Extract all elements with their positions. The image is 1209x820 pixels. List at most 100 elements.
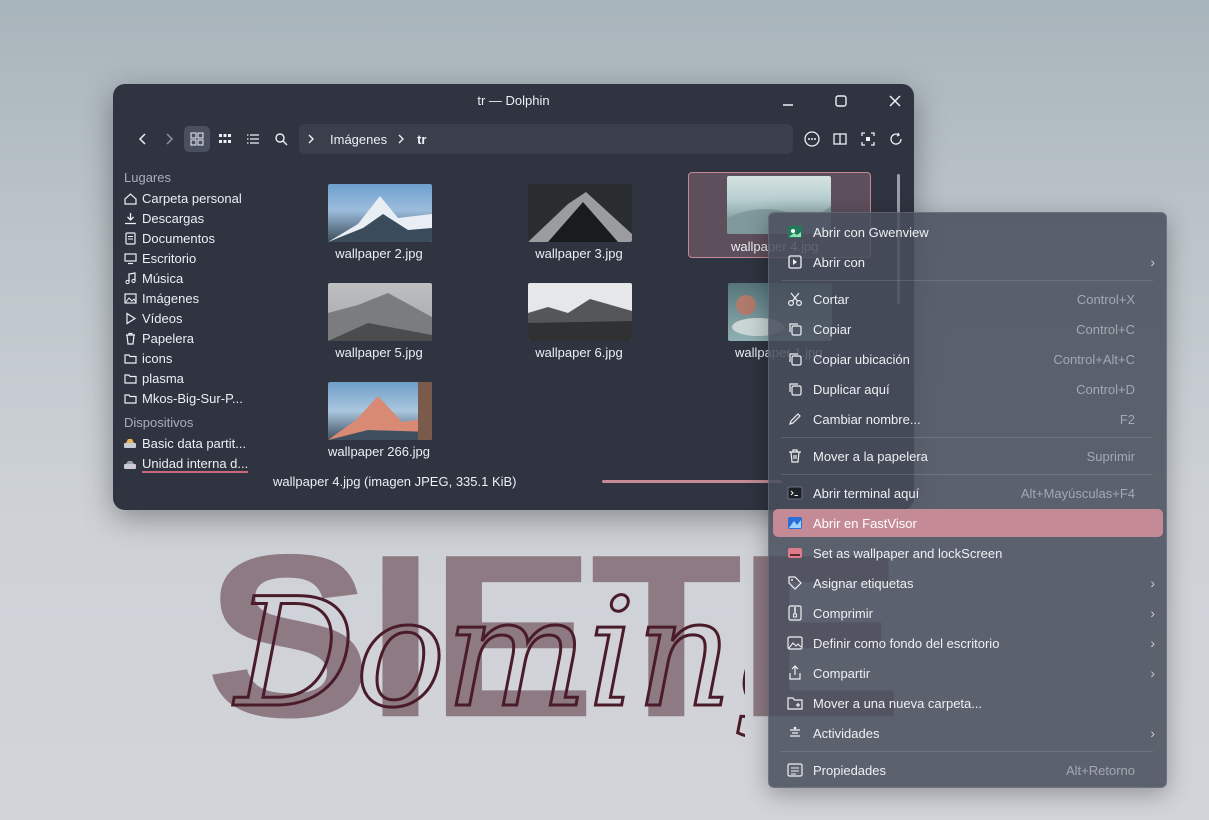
menu-item-abrir-terminal[interactable]: Abrir terminal aquí Alt+Mayúsculas+F4 — [773, 479, 1163, 507]
menu-item-copiar[interactable]: Copiar Control+C — [773, 315, 1163, 343]
menu-item-duplicar-aqui[interactable]: Duplicar aquí Control+D — [773, 375, 1163, 403]
menu-item-abrir-con[interactable]: Abrir con › — [773, 248, 1163, 276]
wallpaper-script-text: Domingo — [231, 566, 746, 743]
music-icon — [123, 271, 137, 285]
close-button[interactable] — [884, 90, 906, 112]
menu-item-set-wallpaper-lockscreen[interactable]: Set as wallpaper and lockScreen — [773, 539, 1163, 567]
file-item[interactable]: wallpaper 5.jpg — [293, 275, 465, 365]
fastvisor-icon — [786, 514, 804, 532]
image-icon — [123, 291, 137, 305]
sidebar-item-videos[interactable]: Vídeos — [113, 308, 273, 328]
chevron-right-icon — [308, 134, 314, 144]
document-icon — [123, 231, 137, 245]
reload-button[interactable] — [883, 126, 909, 152]
back-button[interactable] — [130, 126, 156, 152]
menu-item-mover-nueva-carpeta[interactable]: Mover a una nueva carpeta... — [773, 689, 1163, 717]
menu-item-asignar-etiquetas[interactable]: Asignar etiquetas › — [773, 569, 1163, 597]
chevron-right-icon: › — [1150, 254, 1155, 270]
wallpaper-script: Domingo — [232, 567, 745, 741]
file-item[interactable]: wallpaper 6.jpg — [493, 275, 665, 365]
split-view-button[interactable] — [827, 126, 853, 152]
menu-item-mover-papelera[interactable]: Mover a la papelera Suprimir — [773, 442, 1163, 470]
file-item[interactable]: wallpaper 2.jpg — [293, 176, 465, 266]
menu-item-abrir-con-gwenview[interactable]: Abrir con Gwenview — [773, 218, 1163, 246]
file-item[interactable]: wallpaper 3.jpg — [493, 176, 665, 266]
file-name: wallpaper 5.jpg — [335, 345, 423, 360]
devices-section-title: Dispositivos — [124, 415, 194, 430]
icons-view-button[interactable] — [184, 126, 210, 152]
sidebar-item-mkos[interactable]: Mkos-Big-Sur-P... — [113, 388, 273, 408]
file-item[interactable]: wallpaper 266.jpg — [293, 374, 465, 464]
close-icon — [889, 95, 901, 107]
more-options-button[interactable] — [799, 126, 825, 152]
split-icon — [833, 133, 847, 145]
status-text: wallpaper 4.jpg (imagen JPEG, 335.1 KiB) — [273, 474, 517, 489]
new-folder-icon — [786, 694, 804, 712]
menu-item-actividades[interactable]: Actividades › — [773, 719, 1163, 747]
maximize-icon — [835, 95, 847, 107]
menu-item-cambiar-nombre[interactable]: Cambiar nombre... F2 — [773, 405, 1163, 433]
breadcrumb-segment-tr[interactable]: tr — [417, 132, 426, 147]
compact-view-button[interactable] — [212, 126, 238, 152]
desktop-icon — [123, 251, 137, 265]
grid-icon — [190, 132, 204, 146]
chevron-right-icon: › — [1150, 575, 1155, 591]
select-button[interactable] — [855, 126, 881, 152]
sidebar-item-descargas[interactable]: Descargas — [113, 208, 273, 228]
back-icon — [138, 133, 146, 145]
search-button[interactable] — [268, 126, 294, 152]
menu-item-propiedades[interactable]: Propiedades Alt+Retorno — [773, 756, 1163, 784]
menu-item-definir-fondo[interactable]: Definir como fondo del escritorio › — [773, 629, 1163, 657]
menu-item-cortar[interactable]: Cortar Control+X — [773, 285, 1163, 313]
copy-location-icon — [786, 350, 804, 368]
sidebar-item-plasma[interactable]: plasma — [113, 368, 273, 388]
chevron-right-icon: › — [1150, 665, 1155, 681]
thumbnail — [528, 283, 632, 341]
activities-icon — [786, 724, 804, 742]
separator — [781, 751, 1153, 752]
menu-item-compartir[interactable]: Compartir › — [773, 659, 1163, 687]
sidebar-item-papelera[interactable]: Papelera — [113, 328, 273, 348]
menu-item-comprimir[interactable]: Comprimir › — [773, 599, 1163, 627]
gwenview-icon — [786, 223, 804, 241]
sidebar-item-documentos[interactable]: Documentos — [113, 228, 273, 248]
file-name: wallpaper 6.jpg — [535, 345, 623, 360]
refresh-icon — [890, 132, 902, 145]
separator — [781, 437, 1153, 438]
download-icon — [123, 211, 137, 225]
details-view-button[interactable] — [240, 126, 266, 152]
zoom-slider[interactable] — [602, 480, 782, 483]
minimize-button[interactable] — [777, 90, 799, 112]
chevron-right-icon — [398, 134, 405, 144]
file-name: wallpaper 3.jpg — [535, 246, 623, 261]
sidebar-item-musica[interactable]: Música — [113, 268, 273, 288]
drive-icon — [123, 437, 137, 451]
duplicate-icon — [786, 380, 804, 398]
forward-button[interactable] — [156, 126, 182, 152]
trash-icon — [786, 447, 804, 465]
properties-icon — [786, 761, 804, 779]
tag-icon — [786, 574, 804, 592]
separator — [781, 474, 1153, 475]
sidebar-item-imagenes[interactable]: Imágenes — [113, 288, 273, 308]
breadcrumb[interactable]: Imágenes tr — [299, 124, 793, 154]
folder-icon — [123, 351, 137, 365]
places-panel: Lugares Carpeta personal Descargas Docum… — [113, 168, 273, 475]
breadcrumb-segment-imagenes[interactable]: Imágenes — [330, 132, 387, 147]
sidebar-item-unidad-interna[interactable]: Unidad interna d... — [113, 454, 273, 475]
minimize-icon — [783, 104, 793, 106]
sidebar-item-escritorio[interactable]: Escritorio — [113, 248, 273, 268]
sidebar-item-carpeta-personal[interactable]: Carpeta personal — [113, 188, 273, 208]
list-icon — [247, 134, 259, 144]
folder-icon — [123, 391, 137, 405]
sidebar-item-basic-data[interactable]: Basic data partit... — [113, 433, 273, 454]
maximize-button[interactable] — [830, 90, 852, 112]
forward-icon — [166, 133, 174, 145]
sidebar-item-icons[interactable]: icons — [113, 348, 273, 368]
menu-item-abrir-fastvisor[interactable]: Abrir en FastVisor — [773, 509, 1163, 537]
folder-icon — [123, 371, 137, 385]
titlebar: tr — Dolphin — [113, 84, 914, 118]
context-menu: Abrir con Gwenview Abrir con › Cortar Cont… — [768, 212, 1167, 788]
menu-item-copiar-ubicacion[interactable]: Copiar ubicación Control+Alt+C — [773, 345, 1163, 373]
video-icon — [123, 311, 137, 325]
